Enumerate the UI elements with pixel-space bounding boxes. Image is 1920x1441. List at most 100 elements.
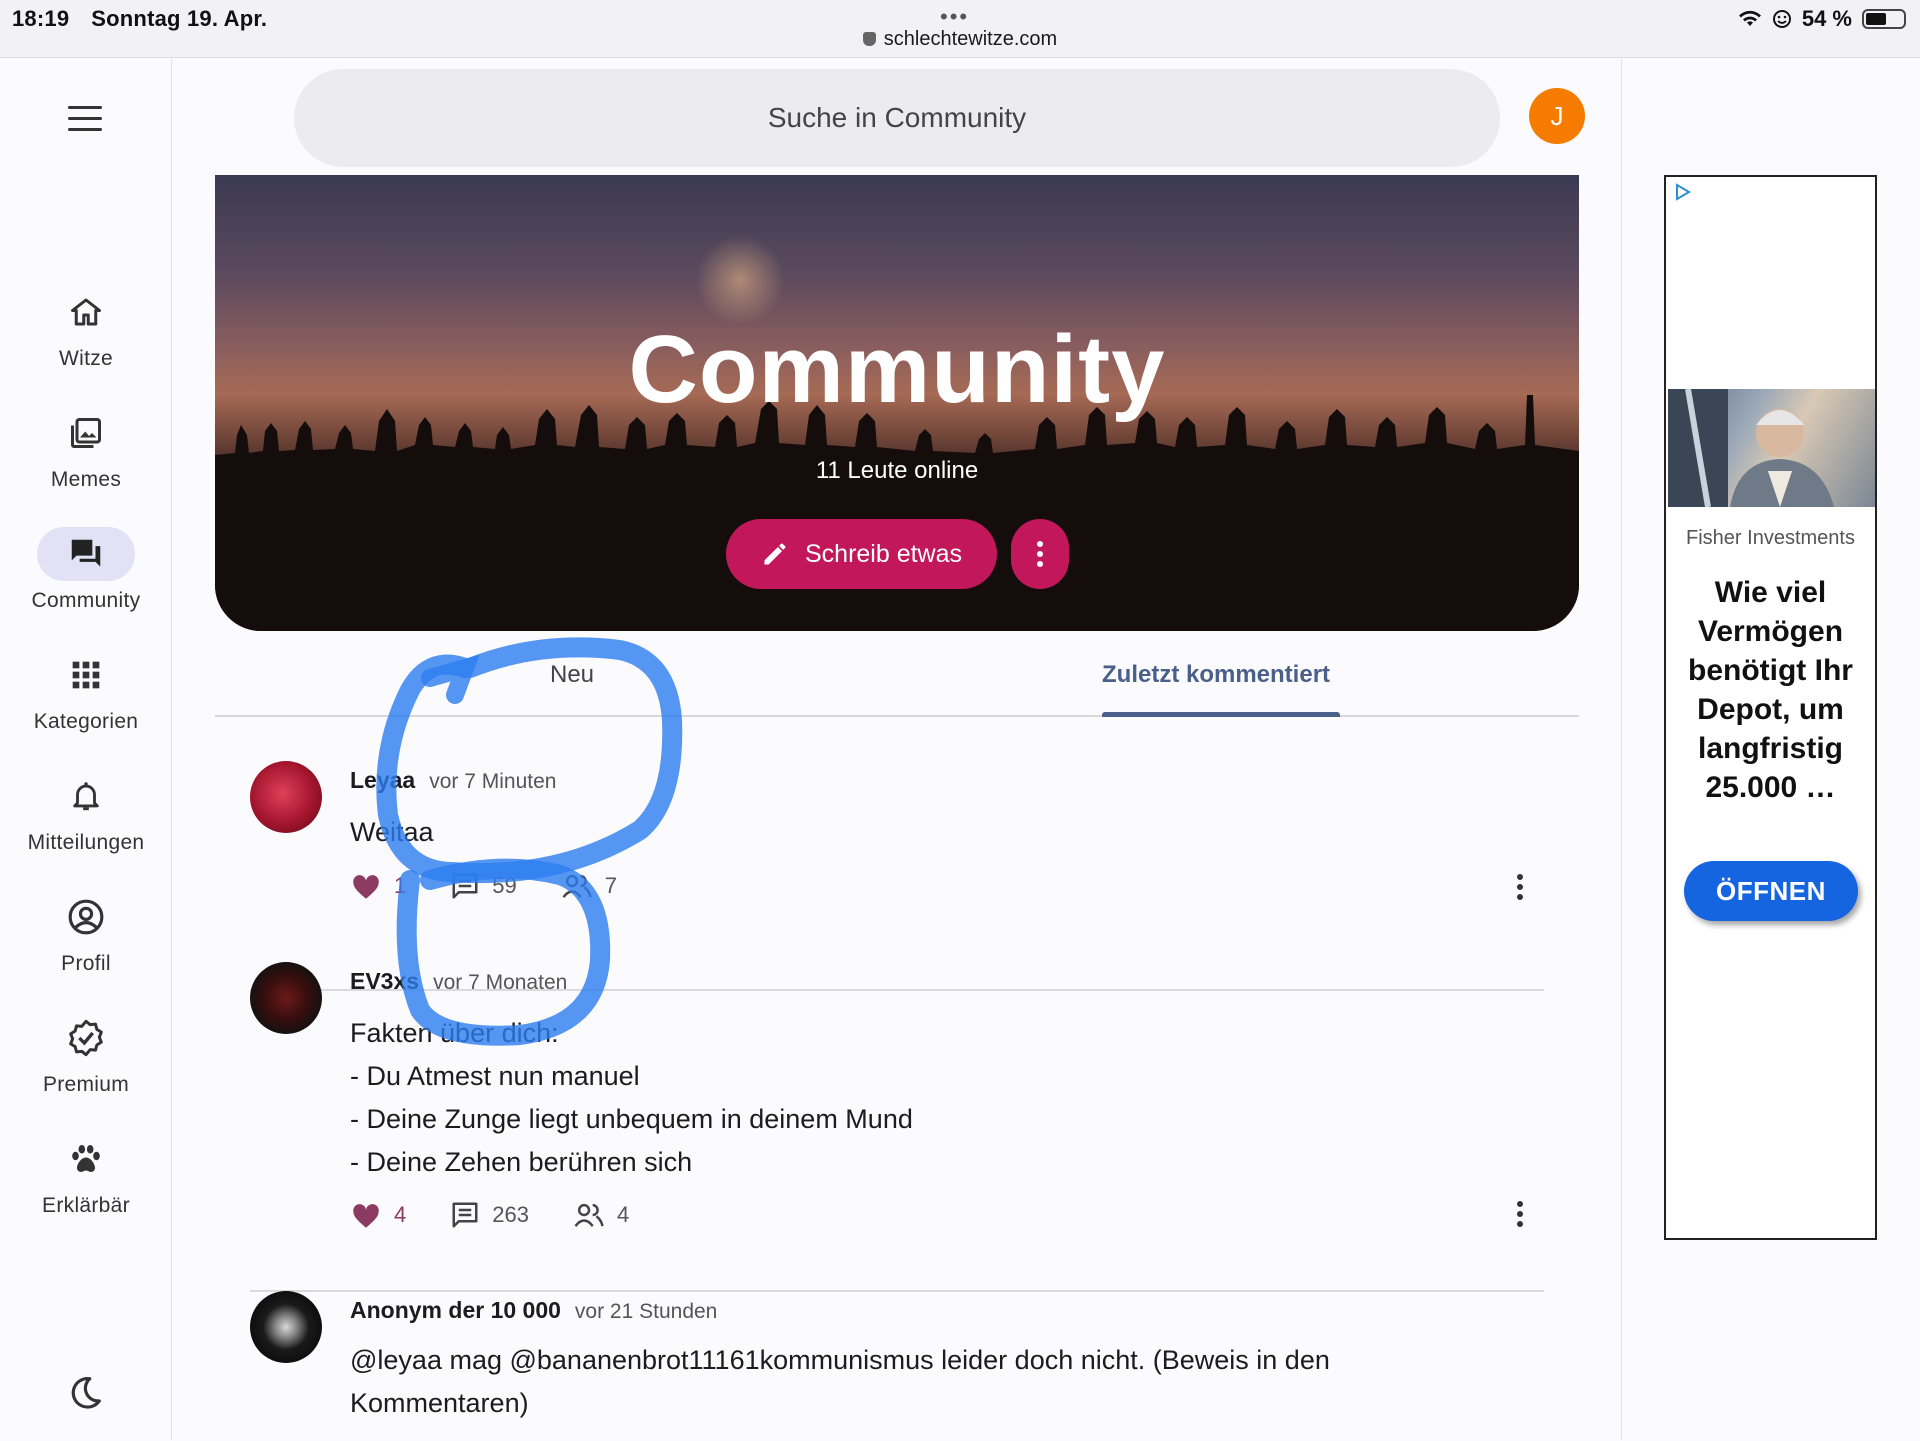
sidebar-item-community[interactable]: Community: [0, 527, 172, 613]
sidebar-item-label: Community: [31, 589, 141, 612]
sidebar-item-mitteilungen[interactable]: Mitteilungen: [0, 769, 172, 855]
sidebar-item-label: Premium: [42, 1073, 130, 1096]
wifi-icon: [1738, 10, 1761, 26]
post-actions: 1 59 7: [350, 871, 661, 901]
post-item[interactable]: EV3xs vor 7 Monaten Fakten über dich: - D…: [250, 962, 1544, 1292]
user-avatar[interactable]: J: [1529, 88, 1585, 144]
pencil-icon: [764, 543, 786, 565]
post-line: @leyaa mag @bananenbrot11161kommunismus …: [350, 1345, 1330, 1375]
post-item[interactable]: Anonym der 10 000 vor 21 Stunden @leyaa m…: [250, 1291, 1544, 1441]
grid-icon: [72, 661, 100, 689]
post-line: - Deine Zunge liegt unbequem in deinem M…: [350, 1104, 913, 1134]
adchoices-icon[interactable]: [1674, 183, 1692, 201]
comment-icon: [452, 873, 478, 899]
paw-icon: [72, 1145, 100, 1172]
post-line: - Du Atmest nun manuel: [350, 1061, 640, 1091]
post-line: Kommentaren): [350, 1388, 529, 1418]
post-line: Weitaa: [350, 817, 434, 847]
sidebar-item-label: Mitteilungen: [27, 831, 145, 854]
tab-zuletzt-kommentiert[interactable]: Zuletzt kommentiert: [1102, 661, 1330, 689]
browser-menu-dots-icon[interactable]: •••: [940, 4, 969, 30]
active-tab-indicator: [1102, 712, 1340, 717]
comments-button[interactable]: 263: [450, 1200, 529, 1230]
post-time: vor 21 Stunden: [574, 1300, 718, 1323]
ad-image[interactable]: [1668, 389, 1875, 507]
crowd-silhouette: [215, 395, 1579, 631]
like-count: 4: [394, 1202, 407, 1227]
author-name[interactable]: Leyaa: [350, 767, 415, 793]
ad-open-button[interactable]: ÖFFNEN: [1684, 861, 1858, 921]
sidebar: Witze Memes Community Kategorien Mitteil…: [0, 59, 172, 1440]
ad-headline[interactable]: Wie viel Vermögen benötigt Ihr Depot, um…: [1666, 573, 1875, 807]
dark-mode-icon[interactable]: [66, 1374, 104, 1412]
participant-count: 7: [604, 873, 617, 898]
sidebar-item-kategorien[interactable]: Kategorien: [0, 648, 172, 734]
comments-button[interactable]: 59: [450, 871, 517, 901]
battery-icon: [1862, 9, 1906, 29]
lock-icon: [862, 32, 876, 46]
post-header: Leyaa vor 7 Minuten: [350, 767, 556, 794]
bell-icon: [73, 782, 99, 811]
online-count: 11 Leute online: [815, 457, 979, 484]
sidebar-item-erklaerbaer[interactable]: Erklärbär: [0, 1132, 172, 1218]
status-bar: 18:19 Sonntag 19. Apr. ••• schlechtewitze…: [0, 0, 1920, 58]
url-text: schlechtewitze.com: [883, 28, 1058, 50]
focus-smiley-icon: [1772, 10, 1791, 28]
people-icon: [574, 1203, 604, 1227]
search-placeholder: Suche in Community: [767, 102, 1027, 133]
post-line: - Deine Zehen berühren sich: [350, 1147, 693, 1177]
author-avatar[interactable]: [250, 962, 322, 1034]
address-bar[interactable]: schlechtewitze.com: [0, 28, 1920, 51]
comment-count: 59: [492, 873, 517, 898]
community-hero: Community 11 Leute online Schreib etwas: [215, 175, 1579, 631]
post-item[interactable]: Leyaa vor 7 Minuten Weitaa 1 59 7: [250, 761, 1544, 991]
home-icon: [71, 298, 101, 326]
author-name[interactable]: EV3xs: [350, 968, 419, 994]
write-post-button[interactable]: Schreib etwas: [726, 519, 997, 589]
more-vert-icon: [1037, 541, 1043, 567]
write-post-label: Schreib etwas: [804, 539, 963, 568]
like-button[interactable]: 1: [350, 872, 406, 900]
post-time: vor 7 Minuten: [429, 770, 557, 793]
main-content: Suche in Community J Community 11 Leute …: [172, 59, 1622, 1440]
post-more-icon[interactable]: [1516, 873, 1524, 901]
sidebar-item-label: Memes: [50, 468, 122, 491]
participants: 7: [561, 873, 617, 899]
participant-count: 4: [616, 1202, 630, 1227]
sidebar-item-label: Erklärbär: [42, 1194, 130, 1217]
feed-tabs: Neu Zuletzt kommentiert: [215, 631, 1579, 717]
participants: 4: [573, 1202, 629, 1228]
tab-neu[interactable]: Neu: [550, 661, 594, 689]
post-body: Weitaa: [350, 811, 434, 854]
sidebar-item-memes[interactable]: Memes: [0, 406, 172, 492]
menu-icon[interactable]: [68, 106, 102, 132]
like-button[interactable]: 4: [350, 1201, 406, 1229]
advertisement[interactable]: Fisher Investments Wie viel Vermögen ben…: [1664, 175, 1877, 1240]
search-input[interactable]: Suche in Community: [294, 69, 1500, 167]
sidebar-item-premium[interactable]: Premium: [0, 1011, 172, 1097]
sidebar-item-witze[interactable]: Witze: [0, 285, 172, 371]
like-count: 1: [394, 873, 407, 898]
author-avatar[interactable]: [250, 1291, 322, 1363]
hero-more-button[interactable]: [1011, 519, 1069, 589]
post-line: Fakten über dich:: [350, 1018, 559, 1048]
people-icon: [562, 874, 592, 898]
post-time: vor 7 Monaten: [433, 971, 568, 994]
verified-badge-icon: [69, 1019, 103, 1057]
heart-icon: [353, 1204, 379, 1228]
forum-icon: [71, 539, 101, 567]
sidebar-item-label: Witze: [59, 347, 113, 370]
post-body: Fakten über dich: - Du Atmest nun manuel…: [350, 1012, 913, 1184]
comment-icon: [452, 1202, 478, 1228]
post-more-icon[interactable]: [1516, 1200, 1524, 1228]
post-actions: 4 263 4: [350, 1200, 673, 1230]
author-avatar[interactable]: [250, 761, 322, 833]
sidebar-item-label: Kategorien: [33, 710, 139, 733]
sidebar-item-profil[interactable]: Profil: [0, 890, 172, 976]
status-right: 54 %: [1738, 6, 1906, 32]
author-name[interactable]: Anonym der 10 000: [350, 1297, 561, 1323]
account-circle-icon: [68, 899, 104, 935]
comment-count: 263: [492, 1202, 529, 1227]
ad-portrait: [1668, 389, 1834, 507]
sun-flare: [695, 235, 785, 325]
